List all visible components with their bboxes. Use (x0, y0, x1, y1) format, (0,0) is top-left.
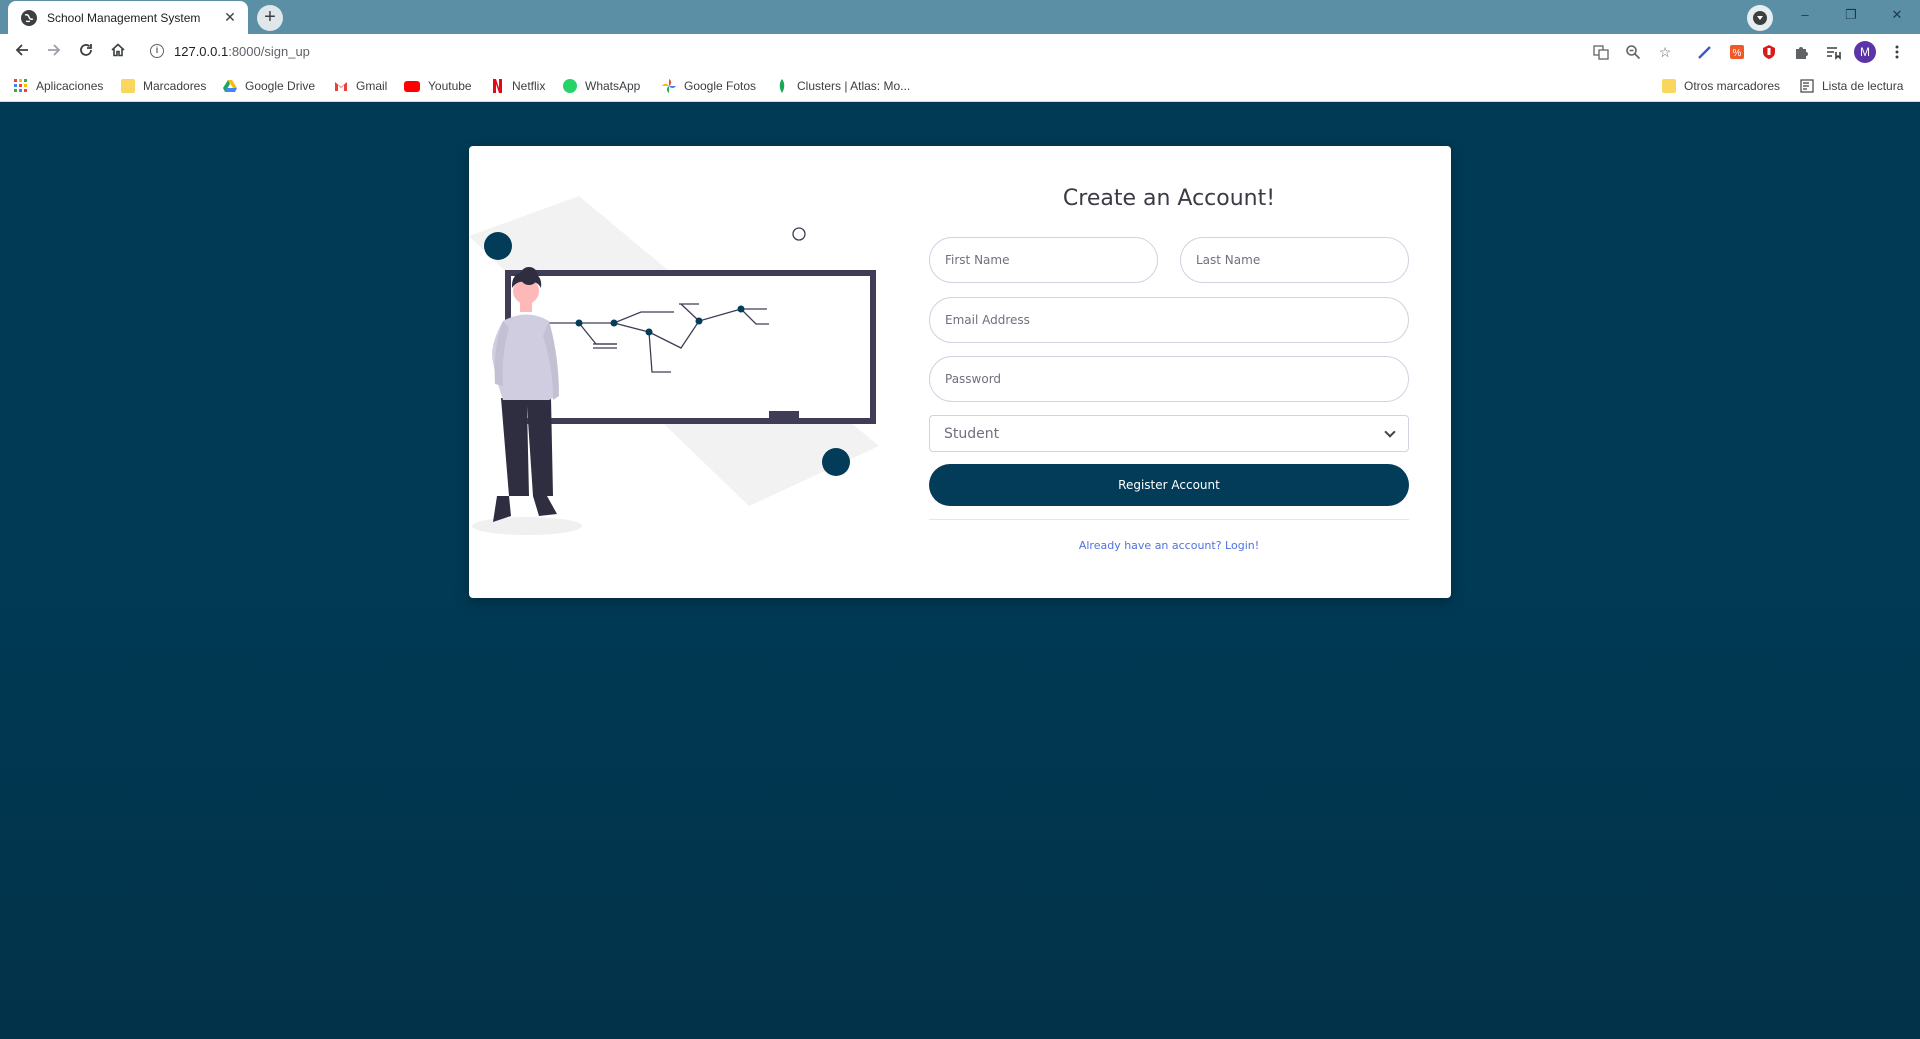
close-window-button[interactable]: ✕ (1874, 0, 1920, 30)
reading-list-icon (1800, 79, 1814, 93)
profile-avatar[interactable]: M (1854, 41, 1876, 63)
whatsapp-icon (563, 79, 577, 93)
home-icon[interactable] (105, 39, 131, 65)
star-icon[interactable]: ☆ (1654, 41, 1676, 63)
window-controls: – ❐ ✕ (1782, 0, 1920, 30)
zoom-icon[interactable] (1622, 41, 1644, 63)
signup-card: Create an Account! First Name Last Name … (469, 146, 1451, 598)
last-name-field[interactable]: Last Name (1180, 237, 1409, 283)
folder-icon (1662, 79, 1676, 93)
decor-circle-left (484, 232, 512, 260)
bookmarks-bar: Aplicaciones Marcadores Google Drive Gma… (0, 69, 1920, 102)
forward-icon[interactable] (41, 39, 67, 65)
bookmark-clusters-atlas[interactable]: Clusters | Atlas: Mo... (775, 77, 910, 95)
bookmark-apps[interactable]: Aplicaciones (14, 77, 103, 95)
page-viewport: Create an Account! First Name Last Name … (0, 102, 1920, 1039)
minimize-button[interactable]: – (1782, 0, 1828, 30)
reading-list-icon[interactable] (1822, 41, 1844, 63)
decor-circle-right (822, 448, 850, 476)
browser-tab[interactable]: School Management System ✕ (8, 1, 248, 34)
bookmark-youtube[interactable]: Youtube (404, 77, 472, 95)
google-photos-icon (662, 79, 676, 93)
tab-title: School Management System (47, 10, 201, 25)
extension-icons: ☆ % M (1590, 39, 1908, 65)
decor-circle-outline (792, 227, 806, 241)
google-drive-icon (223, 79, 237, 93)
reading-list-button[interactable]: Lista de lectura (1800, 77, 1903, 95)
chevron-down-icon (1753, 11, 1767, 25)
bookmark-google-fotos[interactable]: Google Fotos (662, 77, 756, 95)
bookmark-otros-marcadores[interactable]: Otros marcadores (1662, 77, 1780, 95)
new-tab-button[interactable]: + (257, 5, 283, 31)
bookmark-netflix[interactable]: Netflix (490, 77, 545, 95)
puzzle-icon[interactable] (1790, 41, 1812, 63)
register-account-button[interactable]: Register Account (929, 464, 1409, 506)
gmail-icon (334, 79, 348, 93)
folder-icon (121, 79, 135, 93)
email-field[interactable]: Email Address (929, 297, 1409, 343)
bookmark-whatsapp[interactable]: WhatsApp (563, 77, 640, 95)
bookmark-gmail[interactable]: Gmail (334, 77, 387, 95)
address-bar[interactable]: i 127.0.0.1:8000/sign_up (140, 37, 1776, 65)
close-tab-icon[interactable]: ✕ (222, 9, 238, 26)
info-icon[interactable]: i (150, 44, 164, 58)
role-selected-value: Student (944, 425, 1000, 442)
browser-toolbar: i 127.0.0.1:8000/sign_up ☆ % M (0, 34, 1920, 69)
role-select[interactable]: Student (929, 415, 1409, 452)
first-name-field[interactable]: First Name (929, 237, 1158, 283)
reload-icon[interactable] (73, 39, 99, 65)
bookmark-marcadores[interactable]: Marcadores (121, 77, 206, 95)
netflix-icon (490, 79, 504, 93)
apps-grid-icon (14, 79, 28, 93)
chevron-down-icon (1384, 425, 1396, 438)
tab-strip: School Management System ✕ + – ❐ ✕ (0, 0, 1920, 34)
page-title: Create an Account! (1062, 186, 1276, 211)
translate-icon[interactable] (1590, 41, 1612, 63)
teacher-whiteboard-illustration (469, 196, 879, 535)
login-link[interactable]: Already have an account? Login! (929, 539, 1409, 552)
restore-button[interactable]: ❐ (1828, 0, 1874, 30)
back-icon[interactable] (9, 39, 35, 65)
mongodb-leaf-icon (775, 79, 789, 93)
percent-extension-icon[interactable]: % (1726, 41, 1748, 63)
floor-shadow (472, 517, 582, 535)
bookmark-google-drive[interactable]: Google Drive (223, 77, 315, 95)
menu-icon[interactable] (1886, 41, 1908, 63)
tab-search-button[interactable] (1747, 5, 1773, 31)
shield-extension-icon[interactable] (1758, 41, 1780, 63)
pen-extension-icon[interactable] (1694, 41, 1716, 63)
password-field[interactable]: Password (929, 356, 1409, 402)
whiteboard (505, 270, 876, 424)
svg-text:%: % (1733, 48, 1742, 59)
globe-icon (21, 9, 37, 26)
whiteboard-tray (769, 411, 799, 418)
url-text: 127.0.0.1:8000/sign_up (174, 43, 310, 59)
divider (929, 519, 1409, 520)
youtube-icon (404, 80, 420, 92)
